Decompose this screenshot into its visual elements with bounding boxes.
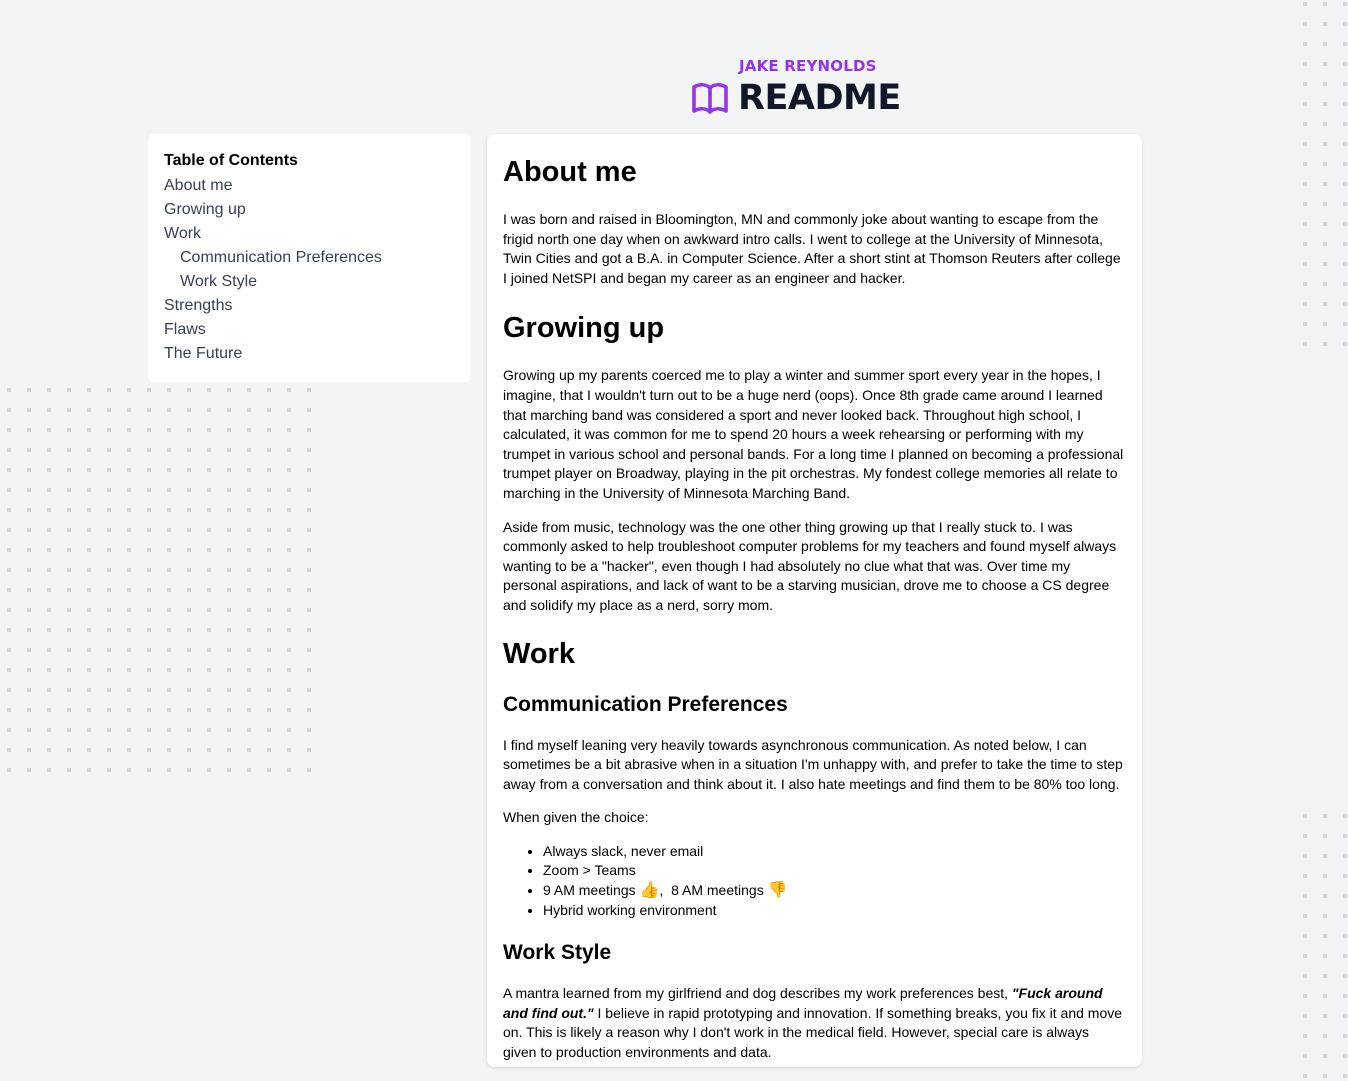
dot-grid-bottom-right bbox=[1296, 812, 1348, 1081]
list-item: Always slack, never email bbox=[543, 842, 1126, 862]
toc-heading: Table of Contents bbox=[164, 152, 298, 169]
open-book-icon bbox=[692, 83, 728, 114]
heading-growing-up: Growing up bbox=[503, 312, 665, 345]
list-item-text: , 8 AM meetings bbox=[659, 882, 764, 899]
growing-up-paragraph-2: Aside from music, technology was the one… bbox=[503, 518, 1117, 613]
heading-communication-preferences: Communication Preferences bbox=[503, 692, 788, 716]
work-style-text: A mantra learned from my girlfriend and … bbox=[503, 985, 1012, 1002]
toc-link-work-style[interactable]: Work Style bbox=[164, 270, 455, 294]
toc-link-the-future[interactable]: The Future bbox=[164, 342, 455, 366]
readme-content[interactable]: About me I was born and raised in Bloomi… bbox=[487, 134, 1142, 1067]
heading-about-me: About me bbox=[503, 156, 637, 188]
dot-pattern bbox=[0, 384, 320, 776]
preferences-list: Always slack, never email Zoom > Teams 9… bbox=[503, 842, 1126, 920]
communication-paragraph: I find myself leaning very heavily towar… bbox=[503, 736, 1123, 792]
thumbs-down-icon: 👎 bbox=[767, 882, 788, 900]
title-row: README bbox=[690, 78, 901, 118]
dot-grid-top-right bbox=[1296, 0, 1348, 346]
heading-work-style: Work Style bbox=[503, 941, 612, 965]
toc-link-strengths[interactable]: Strengths bbox=[164, 294, 455, 318]
list-item-text: 9 AM meetings bbox=[543, 882, 636, 899]
dot-grid-left bbox=[0, 384, 320, 776]
toc-link-about-me[interactable]: About me bbox=[164, 174, 455, 198]
about-paragraph: I was born and raised in Bloomington, MN… bbox=[503, 211, 1121, 286]
toc-link-flaws[interactable]: Flaws bbox=[164, 318, 455, 342]
heading-work: Work bbox=[503, 637, 575, 670]
toc-list: About me Growing up Work Communication P… bbox=[164, 174, 455, 366]
toc-link-growing-up[interactable]: Growing up bbox=[164, 198, 455, 222]
choice-intro: When given the choice: bbox=[503, 809, 649, 826]
list-item: Hybrid working environment bbox=[543, 901, 1126, 921]
work-style-text: I believe in rapid prototyping and innov… bbox=[503, 1004, 1123, 1061]
list-item: Zoom > Teams bbox=[543, 861, 1126, 881]
toc-link-work[interactable]: Work bbox=[164, 222, 455, 246]
list-item: 9 AM meetings 👍, 8 AM meetings 👎 bbox=[543, 881, 1126, 901]
thumbs-up-icon: 👍 bbox=[639, 882, 660, 900]
table-of-contents: Table of Contents About me Growing up Wo… bbox=[148, 134, 471, 382]
author-name: JAKE REYNOLDS bbox=[739, 57, 877, 75]
page-title: README bbox=[738, 78, 901, 118]
growing-up-paragraph-1: Growing up my parents coerced me to play… bbox=[503, 367, 1124, 501]
toc-link-communication-preferences[interactable]: Communication Preferences bbox=[164, 246, 455, 270]
work-style-paragraph: A mantra learned from my girlfriend and … bbox=[503, 984, 1126, 1062]
dot-pattern bbox=[1296, 812, 1348, 1081]
dot-pattern bbox=[1296, 0, 1348, 346]
